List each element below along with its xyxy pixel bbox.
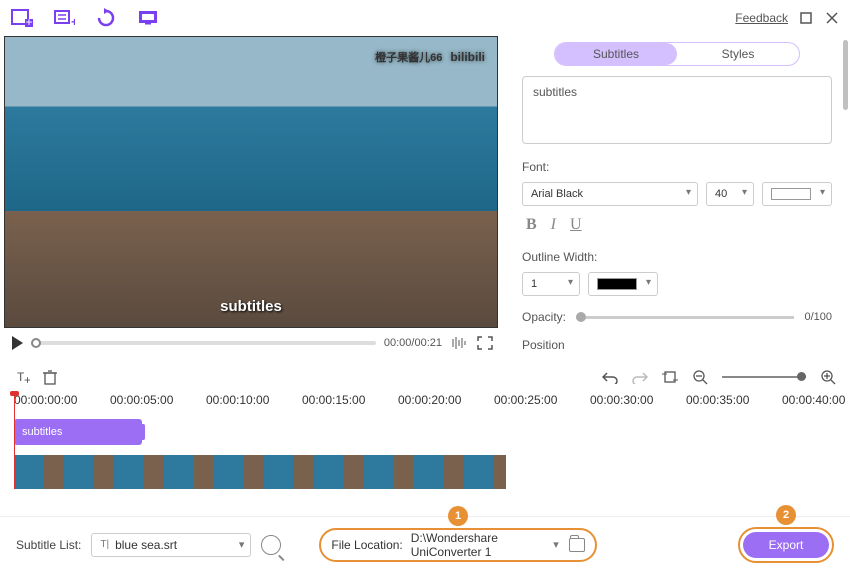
position-label: Position	[522, 338, 832, 352]
ruler-tick: 00:00:00:00	[14, 393, 77, 407]
subtitle-clip[interactable]: subtitles	[14, 419, 142, 445]
file-location-label: File Location:	[331, 538, 402, 552]
ruler-tick: 00:00:15:00	[302, 393, 365, 407]
font-color-select[interactable]	[762, 182, 832, 206]
timeline[interactable]: 00:00:00:00 00:00:05:00 00:00:10:00 00:00:1…	[0, 393, 850, 489]
subtitle-list-label: Subtitle List:	[16, 538, 81, 552]
delete-icon[interactable]	[42, 369, 58, 385]
svg-text:+: +	[24, 373, 30, 385]
callout-2: 2	[776, 505, 796, 525]
crop-icon[interactable]	[662, 369, 678, 385]
add-marker-icon[interactable]: +	[52, 8, 76, 28]
outline-width-select[interactable]: 1	[522, 272, 580, 296]
text-add-icon[interactable]: T+	[14, 369, 30, 385]
italic-button[interactable]: I	[551, 216, 556, 234]
font-size-select[interactable]: 40	[706, 182, 754, 206]
font-select[interactable]: Arial Black	[522, 182, 698, 206]
opacity-label: Opacity:	[522, 310, 566, 324]
outline-color-select[interactable]	[588, 272, 658, 296]
export-button[interactable]: Export	[743, 532, 829, 558]
subtitle-overlay: subtitles	[220, 298, 282, 315]
properties-panel: Subtitles Styles subtitles Font: Arial B…	[500, 36, 850, 361]
opacity-slider[interactable]	[576, 316, 794, 319]
scrollbar[interactable]	[843, 40, 848, 110]
ruler-tick: 00:00:05:00	[110, 393, 173, 407]
callout-1: 1	[448, 506, 468, 526]
svg-text:+: +	[25, 15, 32, 27]
svg-text:+: +	[71, 15, 75, 27]
opacity-value: 0/100	[804, 311, 832, 323]
bold-button[interactable]: B	[526, 216, 537, 234]
feedback-link[interactable]: Feedback	[735, 11, 788, 25]
close-button[interactable]	[824, 10, 840, 26]
add-media-icon[interactable]: +	[10, 8, 34, 28]
playhead[interactable]	[14, 395, 15, 489]
maximize-button[interactable]	[798, 10, 814, 26]
undo-icon[interactable]	[602, 369, 618, 385]
progress-bar[interactable]	[31, 341, 376, 345]
time-display: 00:00/00:21	[384, 337, 442, 349]
play-button[interactable]	[12, 336, 23, 350]
zoom-slider[interactable]	[722, 376, 806, 378]
outline-width-label: Outline Width:	[522, 250, 832, 264]
watermark: 橙子果酱儿66bilibili	[375, 49, 485, 65]
zoom-in-icon[interactable]	[820, 369, 836, 385]
ruler-tick: 00:00:30:00	[590, 393, 653, 407]
underline-button[interactable]: U	[570, 216, 582, 234]
video-preview[interactable]: 橙子果酱儿66bilibili subtitles	[4, 36, 498, 328]
tab-styles[interactable]: Styles	[677, 43, 799, 65]
file-location-select[interactable]: D:\Wondershare UniConverter 1	[411, 534, 561, 556]
zoom-out-icon[interactable]	[692, 369, 708, 385]
ruler-tick: 00:00:25:00	[494, 393, 557, 407]
font-label: Font:	[522, 160, 832, 174]
subtitle-text-input[interactable]: subtitles	[522, 76, 832, 144]
subtitle-list-select[interactable]: blue sea.srt	[91, 533, 251, 557]
screen-icon[interactable]	[136, 8, 160, 28]
file-location-group: 1 File Location: D:\Wondershare UniConve…	[319, 528, 596, 562]
audio-icon[interactable]	[450, 334, 468, 352]
ruler-tick: 00:00:10:00	[206, 393, 269, 407]
preview-pane: 橙子果酱儿66bilibili subtitles 00:00/00:21	[0, 36, 500, 361]
search-icon[interactable]	[261, 535, 281, 555]
redo-icon[interactable]	[632, 369, 648, 385]
ruler-tick: 00:00:40:00	[782, 393, 845, 407]
video-track[interactable]	[14, 455, 506, 489]
ruler-tick: 00:00:20:00	[398, 393, 461, 407]
folder-icon[interactable]	[569, 538, 585, 552]
fullscreen-icon[interactable]	[476, 334, 494, 352]
ruler-tick: 00:00:35:00	[686, 393, 749, 407]
tab-subtitles[interactable]: Subtitles	[555, 43, 677, 65]
refresh-icon[interactable]	[94, 8, 118, 28]
